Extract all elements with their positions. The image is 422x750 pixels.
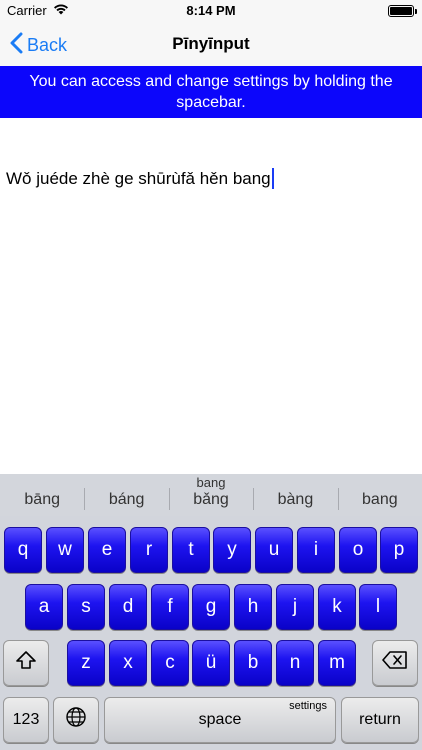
key-g[interactable]: g bbox=[192, 584, 230, 630]
globe-key[interactable] bbox=[53, 697, 99, 743]
key-q[interactable]: q bbox=[4, 527, 42, 573]
key-f[interactable]: f bbox=[151, 584, 189, 630]
space-key-label: space bbox=[198, 711, 242, 728]
key-u[interactable]: u bbox=[255, 527, 293, 573]
key-b[interactable]: b bbox=[234, 640, 272, 686]
key-y[interactable]: y bbox=[213, 527, 251, 573]
key-h[interactable]: h bbox=[234, 584, 272, 630]
candidate-item[interactable]: bang bbox=[337, 488, 422, 516]
status-time: 8:14 PM bbox=[186, 3, 236, 18]
delete-key[interactable] bbox=[372, 640, 418, 686]
editor-text-line: Wǒ juéde zhè ge shūrùfǎ hěn bang bbox=[6, 168, 274, 189]
key-j[interactable]: j bbox=[276, 584, 314, 630]
candidate-typed-pinyin: bang bbox=[196, 475, 226, 490]
key-r[interactable]: r bbox=[130, 527, 168, 573]
key-w[interactable]: w bbox=[46, 527, 84, 573]
navigation-bar: Back Pīnyīnput bbox=[0, 22, 422, 66]
key-x[interactable]: x bbox=[109, 640, 147, 686]
key-z[interactable]: z bbox=[67, 640, 105, 686]
key-e[interactable]: e bbox=[88, 527, 126, 573]
settings-hint-banner: You can access and change settings by ho… bbox=[0, 66, 422, 118]
text-editor[interactable]: Wǒ juéde zhè ge shūrùfǎ hěn bang bbox=[0, 118, 422, 474]
settings-hint-label: settings bbox=[289, 700, 327, 712]
key-t[interactable]: t bbox=[172, 527, 210, 573]
text-caret bbox=[271, 168, 274, 189]
key-d[interactable]: d bbox=[109, 584, 147, 630]
key-k[interactable]: k bbox=[318, 584, 356, 630]
key-o[interactable]: o bbox=[339, 527, 377, 573]
key-s[interactable]: s bbox=[67, 584, 105, 630]
candidate-item[interactable]: bǎng bbox=[168, 488, 253, 516]
key-m[interactable]: m bbox=[318, 640, 356, 686]
keyboard: bang bāng báng bǎng bàng bang q w e r t … bbox=[0, 474, 422, 750]
shift-icon bbox=[15, 650, 37, 676]
key-i[interactable]: i bbox=[297, 527, 335, 573]
key-c[interactable]: c bbox=[151, 640, 189, 686]
key-n[interactable]: n bbox=[276, 640, 314, 686]
return-key[interactable]: return bbox=[341, 697, 419, 743]
numbers-key-label: 123 bbox=[12, 711, 40, 728]
numbers-key[interactable]: 123 bbox=[3, 697, 49, 743]
key-u-umlaut[interactable]: ü bbox=[192, 640, 230, 686]
status-bar: Carrier 8:14 PM bbox=[0, 0, 422, 22]
backspace-icon bbox=[382, 651, 408, 675]
editor-text: Wǒ juéde zhè ge shūrùfǎ hěn bang bbox=[6, 168, 271, 188]
key-p[interactable]: p bbox=[380, 527, 418, 573]
candidate-item[interactable]: báng bbox=[84, 488, 168, 516]
space-key[interactable]: settings space bbox=[104, 697, 336, 743]
key-a[interactable]: a bbox=[25, 584, 63, 630]
return-key-label: return bbox=[359, 711, 401, 728]
candidate-item[interactable]: bāng bbox=[0, 491, 84, 516]
page-title: Pīnyīnput bbox=[172, 34, 250, 53]
candidate-item[interactable]: bàng bbox=[253, 488, 337, 516]
candidate-bar: bang bāng báng bǎng bàng bang bbox=[0, 474, 422, 516]
key-l[interactable]: l bbox=[359, 584, 397, 630]
globe-icon bbox=[65, 706, 87, 734]
battery-icon bbox=[388, 5, 417, 17]
shift-key[interactable] bbox=[3, 640, 49, 686]
